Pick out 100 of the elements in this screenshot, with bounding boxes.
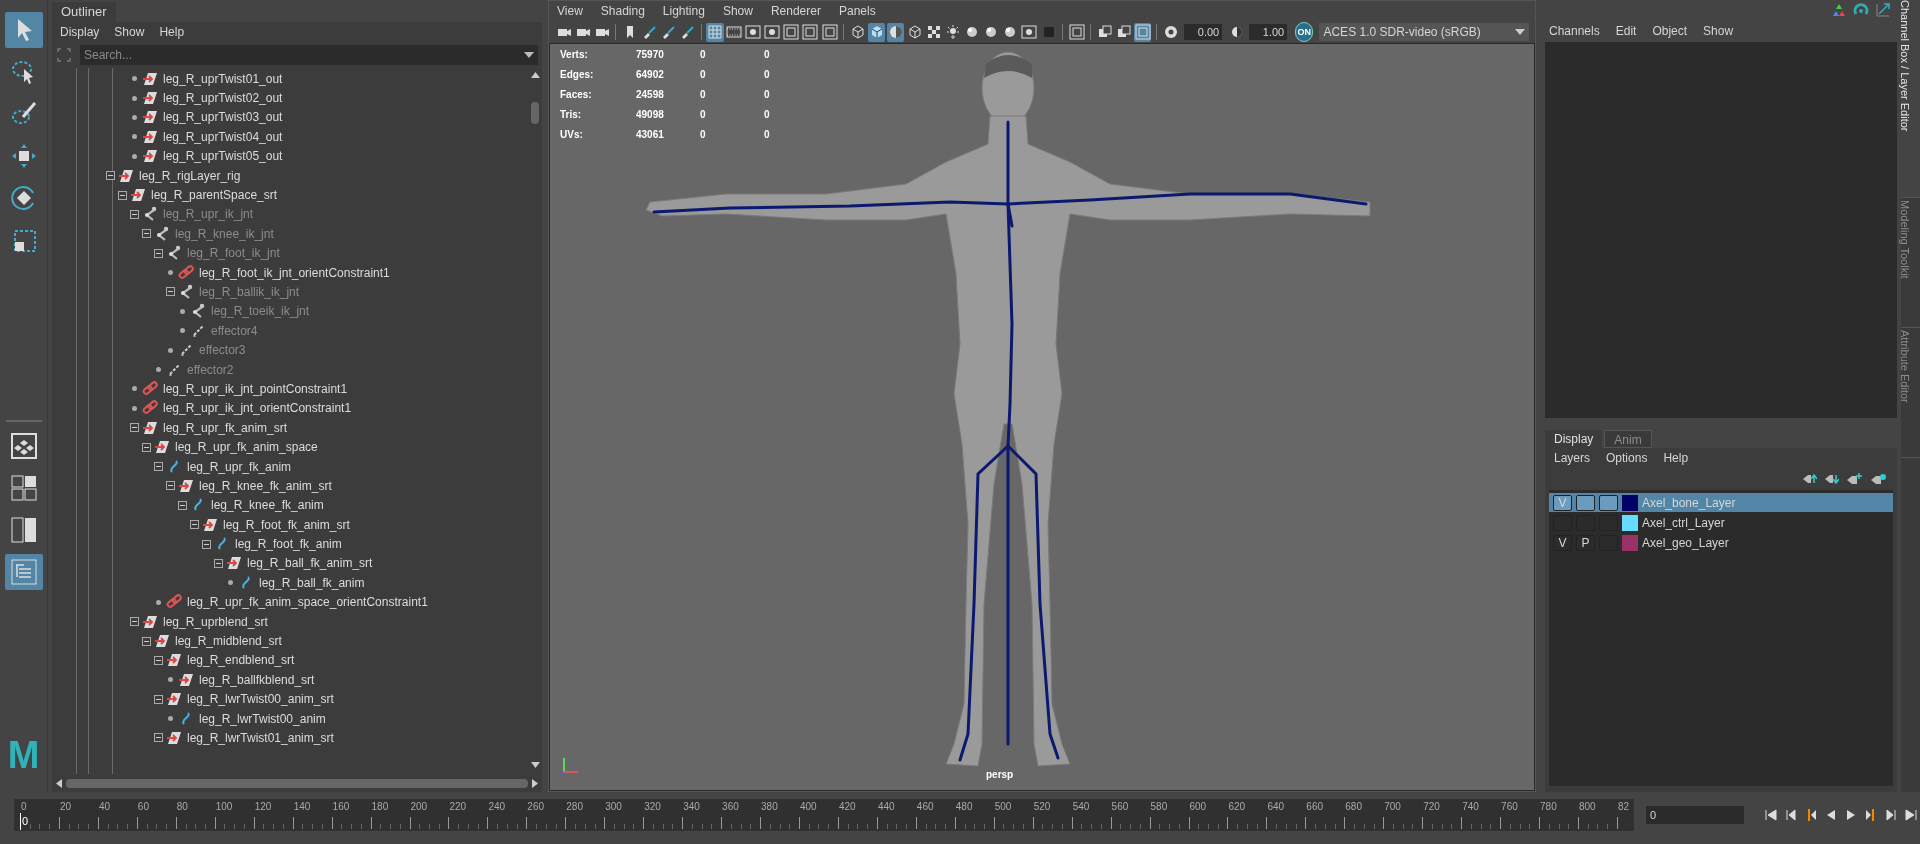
toolbar-button[interactable] — [744, 22, 762, 42]
outliner-item[interactable]: leg_R_upr_fk_anim_space_orientConstraint1 — [187, 593, 428, 612]
menu-item[interactable]: Object — [1652, 22, 1688, 40]
menu-item[interactable]: View — [557, 2, 583, 20]
collapse-toggle[interactable] — [130, 423, 139, 433]
outliner-tab[interactable]: Outliner — [52, 2, 116, 22]
playback-toggle[interactable] — [1576, 494, 1595, 511]
display-type-toggle[interactable] — [1599, 494, 1618, 511]
toolbar-button[interactable] — [944, 22, 962, 42]
outliner-item[interactable]: leg_R_uprblend_srt — [163, 612, 268, 631]
visibility-toggle[interactable]: V — [1553, 534, 1572, 551]
outliner-item[interactable]: leg_R_uprTwist01_out — [163, 69, 283, 88]
collapse-toggle[interactable] — [154, 462, 163, 471]
outliner-item[interactable]: leg_R_parentSpace_srt — [151, 186, 278, 205]
menu-item[interactable]: Edit — [1615, 22, 1637, 40]
exposure-field[interactable]: 0.00 — [1184, 24, 1223, 40]
toolbar-button[interactable] — [1020, 22, 1038, 42]
collapse-toggle[interactable] — [154, 733, 163, 743]
toolbar-button[interactable] — [763, 22, 781, 42]
outliner-item[interactable]: leg_R_upr_ik_jnt_pointConstraint1 — [163, 379, 348, 398]
step-forward-icon[interactable] — [1884, 808, 1898, 822]
menu-item[interactable]: Channels — [1549, 22, 1600, 40]
outliner-item[interactable]: leg_R_upr_ik_jnt_orientConstraint1 — [163, 399, 352, 418]
menu-item[interactable]: Options — [1606, 449, 1648, 467]
outliner-item[interactable]: leg_R_midblend_srt — [175, 632, 282, 650]
layer-color-swatch[interactable] — [1622, 494, 1638, 511]
outliner-item[interactable]: leg_R_lwrTwist00_anim — [199, 709, 326, 728]
color-management-toggle[interactable]: ON — [1295, 22, 1314, 42]
collapse-toggle[interactable] — [214, 558, 223, 568]
outliner-item[interactable]: leg_R_ball_fk_anim — [259, 573, 365, 592]
outliner-item[interactable]: leg_R_uprTwist05_out — [163, 147, 283, 166]
collapse-toggle[interactable] — [178, 500, 187, 510]
outliner-item[interactable]: leg_R_foot_ik_jnt_orientConstraint1 — [199, 263, 390, 282]
outliner-item[interactable]: leg_R_knee_fk_anim — [211, 496, 324, 515]
menu-item[interactable]: Help — [159, 23, 185, 41]
outliner-item[interactable]: leg_R_ball_fk_anim_srt — [247, 554, 373, 573]
playback-toggle[interactable]: P — [1576, 534, 1595, 551]
menu-item[interactable]: Help — [1663, 449, 1689, 467]
toolbar-button[interactable] — [1134, 22, 1152, 42]
scroll-up-icon[interactable] — [530, 72, 540, 78]
go-to-end-icon[interactable] — [1904, 808, 1918, 822]
outliner-item[interactable]: leg_R_upr_fk_anim — [187, 457, 292, 476]
collapse-toggle[interactable] — [154, 694, 163, 704]
collapse-toggle[interactable] — [142, 636, 151, 646]
menu-item[interactable]: Show — [722, 2, 753, 20]
layer-row[interactable]: Axel_ctrl_Layer — [1549, 513, 1893, 532]
collapse-toggle[interactable] — [118, 190, 127, 200]
scroll-thumb[interactable] — [531, 102, 539, 124]
outliner-item[interactable]: leg_R_foot_fk_anim — [235, 535, 342, 554]
new-layer-icon[interactable] — [1847, 473, 1863, 485]
axis-tool-icon[interactable] — [1831, 2, 1847, 18]
layer-down-icon[interactable] — [1825, 473, 1839, 485]
current-frame-field[interactable]: 0 — [1646, 806, 1744, 824]
collapse-toggle[interactable] — [154, 655, 163, 665]
scroll-thumb[interactable] — [66, 778, 528, 788]
new-layer-selected-icon[interactable] — [1871, 473, 1887, 485]
menu-item[interactable]: Panels — [838, 2, 876, 20]
scroll-down-icon[interactable] — [530, 762, 540, 768]
collapse-toggle[interactable] — [190, 520, 199, 530]
outliner-item[interactable]: leg_R_upr_fk_anim_space — [175, 438, 318, 457]
toolbar-button[interactable] — [821, 22, 839, 42]
menu-item[interactable]: Show — [114, 23, 145, 41]
toolbar-button[interactable] — [887, 22, 905, 42]
toolbar-button[interactable] — [801, 22, 820, 42]
layer-up-icon[interactable] — [1803, 473, 1817, 485]
menu-item[interactable]: Lighting — [662, 2, 705, 20]
outliner-item[interactable]: leg_R_uprTwist04_out — [163, 127, 283, 146]
collapse-toggle[interactable] — [106, 171, 115, 181]
outliner-item[interactable]: leg_R_lwrTwist00_anim_srt — [187, 690, 334, 709]
outliner-item[interactable]: leg_R_ballfkblend_srt — [199, 670, 315, 689]
outliner-item[interactable]: leg_R_rigLayer_rig — [139, 166, 241, 185]
current-frame-marker[interactable]: 0 — [20, 813, 30, 830]
collapse-toggle[interactable] — [142, 442, 151, 452]
outliner-item[interactable]: leg_R_upr_fk_anim_srt — [163, 418, 288, 437]
collapse-toggle[interactable] — [202, 539, 211, 549]
outliner-item[interactable]: leg_R_lwrTwist01_anim_srt — [187, 728, 334, 747]
time-slider[interactable]: 0 20 40 60 80 100 120 140 160 180 200 220 240 260 280 300 320 340 360 380 400 420 440 460 480 500 520 540 560 580 600 620 640 660 680 700 720 740 760 780 800 82 0 — [14, 799, 1634, 831]
menu-item[interactable]: Layers — [1554, 449, 1591, 467]
toolbar-button[interactable] — [868, 22, 886, 42]
outliner-item[interactable]: leg_R_foot_fk_anim_srt — [223, 515, 350, 534]
collapse-toggle[interactable] — [130, 617, 139, 627]
outliner-item[interactable]: leg_R_knee_fk_anim_srt — [199, 476, 332, 495]
toolbar-button[interactable] — [1067, 22, 1086, 42]
menu-item[interactable]: Show — [1703, 22, 1734, 40]
color-space-dropdown[interactable]: ACES 1.0 SDR-video (sRGB) — [1319, 23, 1529, 41]
outliner-item[interactable]: leg_R_endblend_srt — [187, 651, 295, 670]
layer-editor-tab[interactable]: Display — [1545, 430, 1603, 448]
search-field[interactable]: Search... — [80, 45, 538, 65]
layout-button[interactable] — [4, 554, 43, 590]
side-tab[interactable]: Attribute Editor — [1901, 330, 1920, 458]
dropdown-icon[interactable] — [524, 52, 534, 58]
menu-item[interactable]: Renderer — [770, 2, 821, 20]
side-tab[interactable]: Channel Box / Layer Editor — [1901, 0, 1920, 198]
menu-item[interactable]: Display — [60, 23, 100, 41]
collapse-toggle[interactable] — [154, 248, 163, 258]
step-back-icon[interactable] — [1784, 808, 1798, 822]
tool-button[interactable] — [4, 12, 43, 48]
toolbar-button[interactable] — [706, 22, 724, 42]
layer-row[interactable]: V P Axel_geo_Layer — [1549, 533, 1893, 552]
go-to-start-icon[interactable] — [1764, 808, 1778, 822]
